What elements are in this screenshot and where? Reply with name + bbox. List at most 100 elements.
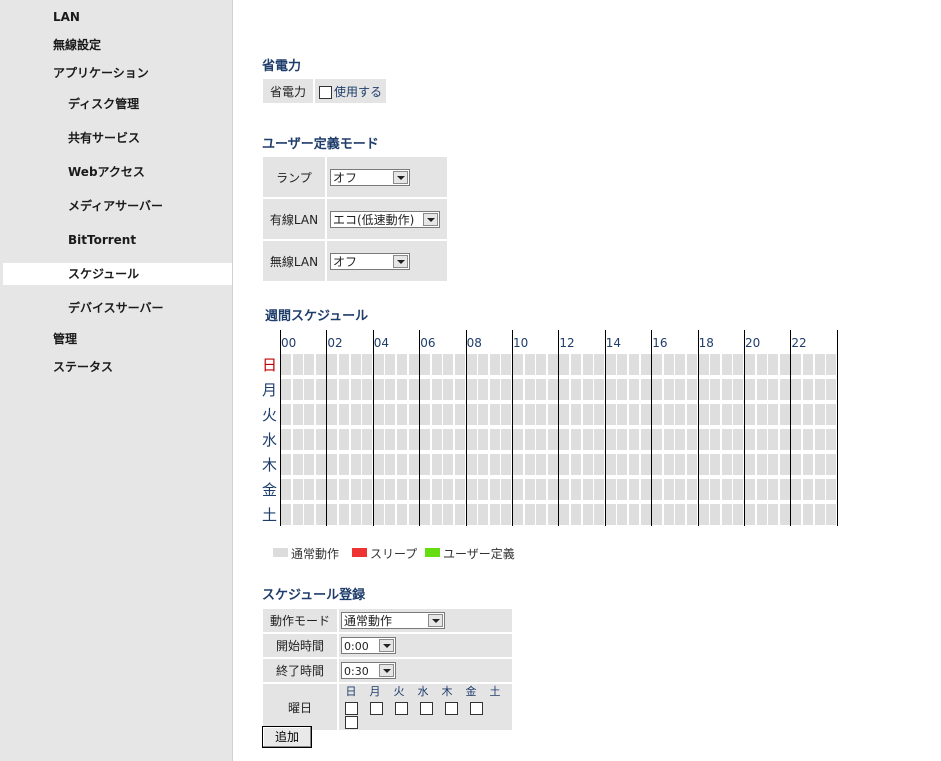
schedule-cell[interactable] (362, 404, 373, 425)
schedule-cell[interactable] (513, 479, 523, 500)
schedule-cell[interactable] (501, 429, 512, 450)
schedule-cell[interactable] (455, 454, 465, 475)
schedule-cell[interactable] (629, 454, 639, 475)
schedule-cell[interactable] (362, 379, 373, 400)
schedule-cell[interactable] (315, 504, 326, 525)
schedule-cell[interactable] (385, 404, 396, 425)
schedule-cell[interactable] (373, 379, 384, 400)
schedule-cell[interactable] (408, 354, 419, 375)
schedule-cell[interactable] (397, 429, 407, 450)
schedule-cell[interactable] (524, 504, 535, 525)
schedule-cell[interactable] (675, 504, 686, 525)
schedule-cell[interactable] (315, 429, 326, 450)
schedule-cell[interactable] (756, 429, 767, 450)
schedule-cell[interactable] (710, 504, 721, 525)
schedule-cell[interactable] (791, 504, 802, 525)
sidebar-item-disk[interactable]: ディスク管理 (3, 93, 232, 115)
sidebar-item-schedule[interactable]: スケジュール (3, 263, 232, 285)
sidebar-item-lan[interactable]: LAN (3, 6, 232, 28)
schedule-cell[interactable] (756, 354, 767, 375)
schedule-cell[interactable] (420, 479, 431, 500)
schedule-cell[interactable] (304, 454, 315, 475)
schedule-cell[interactable] (733, 379, 744, 400)
schedule-cell[interactable] (327, 504, 338, 525)
schedule-cell[interactable] (640, 429, 651, 450)
schedule-cell[interactable] (536, 504, 547, 525)
dow-sun-checkbox[interactable] (345, 702, 358, 715)
schedule-cell[interactable] (489, 429, 500, 450)
schedule-cell[interactable] (455, 504, 465, 525)
schedule-cell[interactable] (536, 404, 547, 425)
schedule-cell[interactable] (362, 354, 373, 375)
schedule-cell[interactable] (547, 504, 558, 525)
schedule-cell[interactable] (524, 454, 535, 475)
schedule-cell[interactable] (327, 479, 338, 500)
schedule-cell[interactable] (605, 479, 616, 500)
schedule-cell[interactable] (362, 429, 373, 450)
end-time-select[interactable]: 0:30 (341, 662, 396, 679)
schedule-cell[interactable] (698, 429, 709, 450)
dow-wed-checkbox[interactable] (420, 702, 433, 715)
schedule-cell[interactable] (489, 504, 500, 525)
schedule-cell[interactable] (803, 479, 813, 500)
schedule-cell[interactable] (397, 354, 407, 375)
schedule-cell[interactable] (675, 479, 686, 500)
schedule-cell[interactable] (663, 479, 674, 500)
schedule-cell[interactable] (803, 504, 813, 525)
sidebar-item-applications[interactable]: アプリケーション (3, 62, 232, 84)
schedule-cell[interactable] (466, 429, 477, 450)
schedule-cell[interactable] (304, 354, 315, 375)
schedule-cell[interactable] (826, 454, 837, 475)
schedule-cell[interactable] (362, 504, 373, 525)
schedule-cell[interactable] (652, 404, 663, 425)
schedule-cell[interactable] (420, 429, 431, 450)
schedule-cell[interactable] (791, 454, 802, 475)
schedule-cell[interactable] (826, 504, 837, 525)
schedule-cell[interactable] (408, 429, 419, 450)
schedule-cell[interactable] (408, 479, 419, 500)
schedule-cell[interactable] (281, 379, 291, 400)
schedule-cell[interactable] (292, 479, 303, 500)
schedule-cell[interactable] (443, 379, 454, 400)
schedule-cell[interactable] (687, 454, 697, 475)
schedule-cell[interactable] (617, 454, 628, 475)
schedule-cell[interactable] (710, 379, 721, 400)
schedule-cell[interactable] (687, 479, 697, 500)
schedule-cell[interactable] (605, 379, 616, 400)
schedule-cell[interactable] (721, 354, 732, 375)
schedule-cell[interactable] (501, 454, 512, 475)
schedule-cell[interactable] (443, 504, 454, 525)
dow-mon-checkbox[interactable] (370, 702, 383, 715)
schedule-cell[interactable] (466, 354, 477, 375)
schedule-cell[interactable] (397, 454, 407, 475)
schedule-cell[interactable] (397, 379, 407, 400)
schedule-cell[interactable] (524, 404, 535, 425)
schedule-cell[interactable] (385, 454, 396, 475)
schedule-cell[interactable] (571, 354, 581, 375)
schedule-cell[interactable] (513, 429, 523, 450)
schedule-cell[interactable] (779, 504, 790, 525)
schedule-cell[interactable] (443, 354, 454, 375)
schedule-cell[interactable] (710, 429, 721, 450)
schedule-cell[interactable] (559, 454, 570, 475)
schedule-cell[interactable] (420, 404, 431, 425)
schedule-cell[interactable] (756, 479, 767, 500)
schedule-cell[interactable] (733, 354, 744, 375)
schedule-cell[interactable] (698, 354, 709, 375)
schedule-cell[interactable] (327, 454, 338, 475)
schedule-cell[interactable] (756, 404, 767, 425)
schedule-cell[interactable] (768, 454, 779, 475)
schedule-cell[interactable] (304, 479, 315, 500)
schedule-cell[interactable] (501, 504, 512, 525)
schedule-cell[interactable] (721, 429, 732, 450)
sidebar-item-deviceserver[interactable]: デバイスサーバー (3, 297, 232, 319)
dow-fri-checkbox[interactable] (470, 702, 483, 715)
schedule-cell[interactable] (594, 379, 605, 400)
schedule-cell[interactable] (547, 429, 558, 450)
schedule-cell[interactable] (304, 504, 315, 525)
schedule-cell[interactable] (687, 354, 697, 375)
schedule-cell[interactable] (443, 404, 454, 425)
schedule-cell[interactable] (281, 404, 291, 425)
schedule-cell[interactable] (721, 379, 732, 400)
schedule-cell[interactable] (536, 379, 547, 400)
